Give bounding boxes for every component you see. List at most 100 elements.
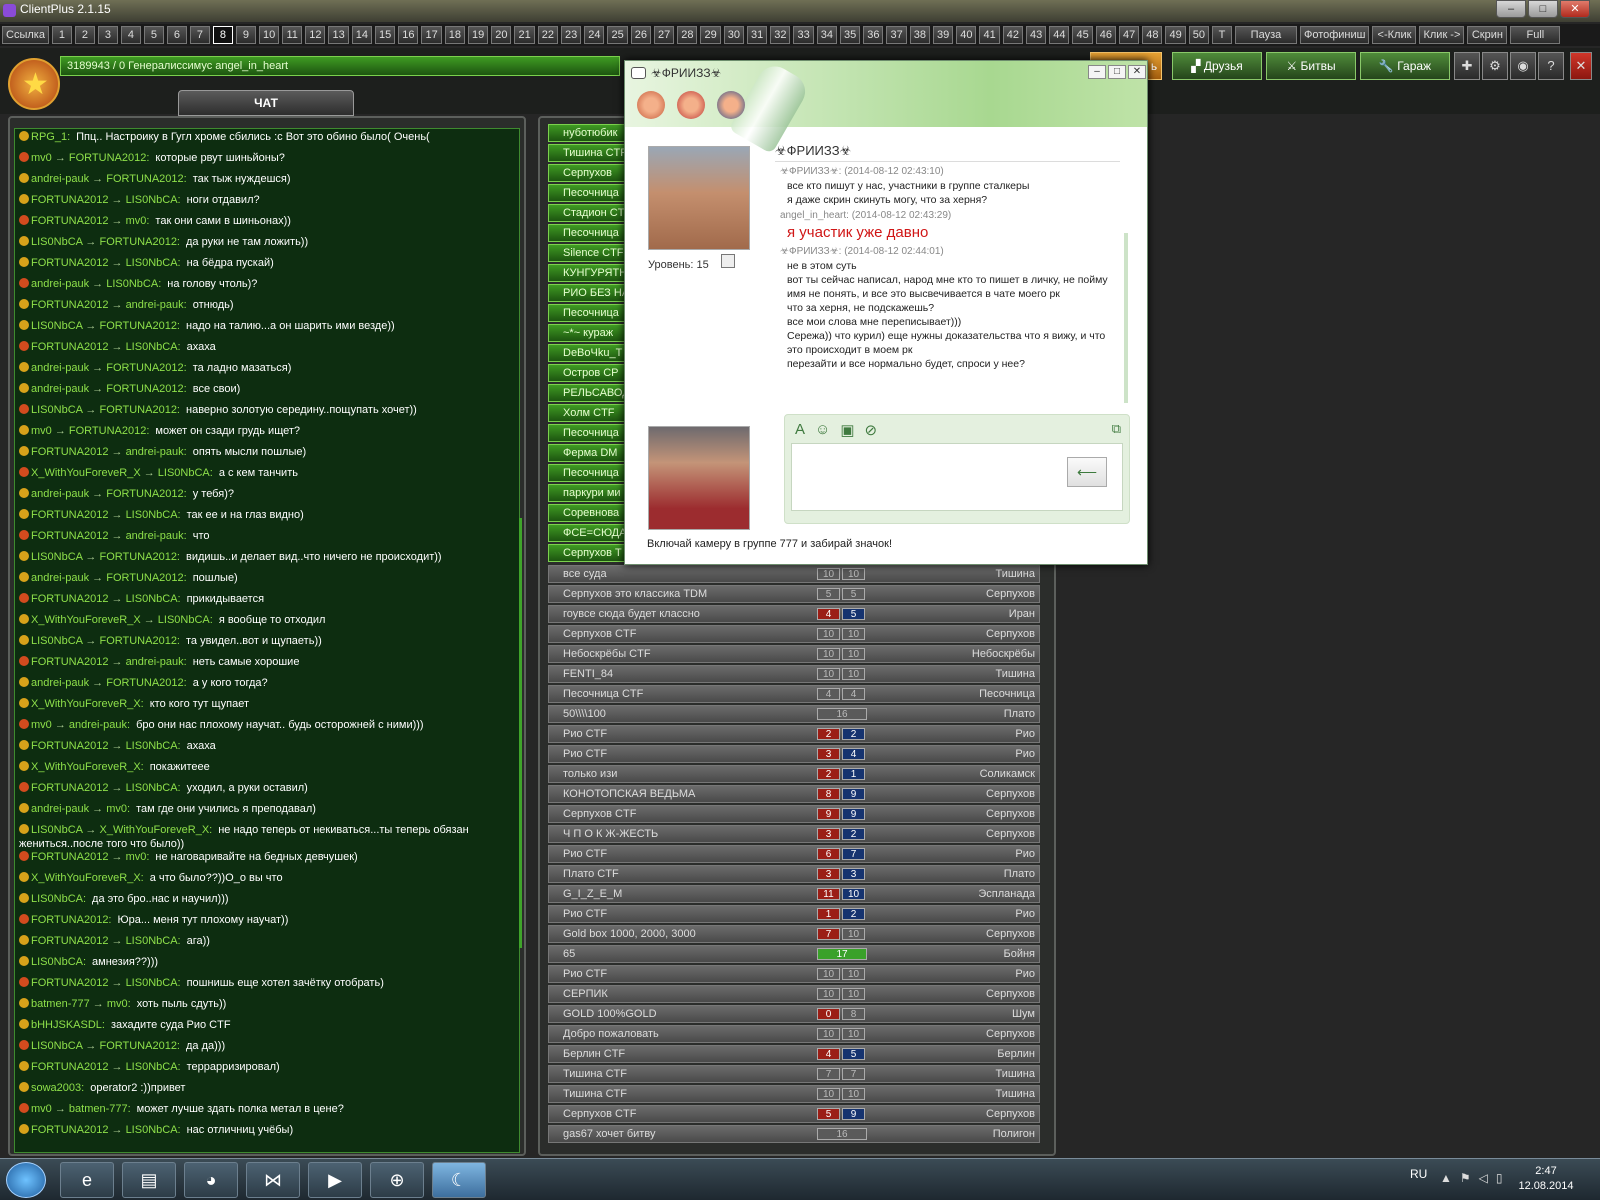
font-icon[interactable]: A [795,421,805,439]
recipient-name[interactable]: FORTUNA2012: [106,677,187,689]
battle-row[interactable]: Небоскрёбы CTF 10 10 Небоскрёбы [548,645,1040,663]
recipient-name[interactable]: FORTUNA2012: [106,362,187,374]
language-indicator[interactable]: RU [1410,1167,1427,1181]
number-button[interactable]: 31 [746,26,768,44]
number-button[interactable]: 24 [584,26,605,44]
battle-row[interactable]: Рио CTF 2 2 Рио [548,725,1040,743]
number-button[interactable]: 35 [839,26,861,44]
number-button[interactable]: 28 [677,26,698,44]
battle-row[interactable]: Добро пожаловать 10 10 Серпухов [548,1025,1040,1043]
battle-row[interactable]: Песочница [548,184,628,202]
number-button[interactable]: 30 [723,26,744,44]
battle-row[interactable]: 65 17 Бойня [548,945,1040,963]
battle-row[interactable]: РЕЛЬСАВОД [548,384,628,402]
sender-name[interactable]: FORTUNA2012 [31,530,108,542]
recipient-name[interactable]: batmen-777: [69,1103,131,1115]
number-button[interactable]: 41 [979,26,1000,44]
recipient-name[interactable]: andrei-pauk: [126,299,187,311]
number-button[interactable]: 23 [560,26,582,44]
number-button[interactable]: 12 [305,26,326,44]
number-button[interactable]: 13 [328,26,349,44]
recipient-name[interactable]: mv0: [106,803,130,815]
recipient-name[interactable]: FORTUNA2012: [106,488,187,500]
sender-name[interactable]: FORTUNA2012 [31,851,108,863]
number-button[interactable]: 21 [514,26,535,44]
recipient-name[interactable]: LIS0NbCA: [158,467,213,479]
battle-row[interactable]: Серпухов CTF 9 9 Серпухов [548,805,1040,823]
sender-name[interactable]: FORTUNA2012: [31,914,112,926]
number-button[interactable]: 17 [421,26,442,44]
battle-row[interactable]: ФСЕ=СЮДА [548,524,628,542]
sender-name[interactable]: RPG_1: [31,131,70,143]
start-button[interactable] [6,1162,46,1198]
clientplus-taskbar-icon[interactable]: ☾ [432,1162,486,1198]
sender-name[interactable]: X_WithYouForeveR_X: [31,698,144,710]
number-button[interactable]: 49 [1165,26,1186,44]
number-button[interactable]: 3 [97,26,118,44]
sender-name[interactable]: andrei-pauk [31,572,89,584]
recipient-name[interactable]: FORTUNA2012: [100,551,181,563]
recipient-name[interactable]: FORTUNA2012: [100,404,181,416]
sender-name[interactable]: FORTUNA2012 [31,215,108,227]
add-contact-icon[interactable] [637,91,665,119]
number-button[interactable]: 40 [956,26,977,44]
recipient-name[interactable]: LIS0NbCA: [126,782,181,794]
number-button[interactable]: 39 [932,26,954,44]
smiley-icon[interactable]: ☺ [815,421,830,439]
number-button[interactable]: 20 [491,26,512,44]
sender-name[interactable]: andrei-pauk [31,803,89,815]
dialog-maximize-button[interactable]: □ [1108,65,1126,79]
recipient-name[interactable]: FORTUNA2012: [100,320,181,332]
t-button[interactable]: T [1211,26,1232,44]
recipient-name[interactable]: LIS0NbCA: [126,257,181,269]
number-button[interactable]: 27 [653,26,675,44]
recipient-name[interactable]: FORTUNA2012: [69,425,150,437]
plus-icon[interactable]: ✚ [1454,52,1480,80]
recipient-name[interactable]: andrei-pauk: [126,656,187,668]
battle-row[interactable]: G_I_Z_E_M 11 10 Эспланада [548,885,1040,903]
number-button[interactable]: 1 [51,26,72,44]
recipient-name[interactable]: LIS0NbCA: [126,509,181,521]
sender-name[interactable]: FORTUNA2012 [31,257,108,269]
sender-name[interactable]: mv0 [31,152,52,164]
explorer-icon[interactable]: ▤ [122,1162,176,1198]
number-button[interactable]: 44 [1049,26,1070,44]
video-icon[interactable]: ▶ [308,1162,362,1198]
battle-row[interactable]: Песочница [548,304,628,322]
battle-row[interactable]: Рио CTF 6 7 Рио [548,845,1040,863]
sender-name[interactable]: FORTUNA2012 [31,782,108,794]
battle-row[interactable]: Песочница CTF 4 4 Песочница [548,685,1040,703]
officer-icon[interactable] [717,91,745,119]
battle-row[interactable]: Тишина CTF 10 10 Тишина [548,1085,1040,1103]
sender-name[interactable]: LIS0NbCA: [31,956,86,968]
sender-name[interactable]: LIS0NbCA [31,320,82,332]
sender-name[interactable]: FORTUNA2012 [31,977,108,989]
recipient-name[interactable]: mv0: [107,998,131,1010]
number-button[interactable]: 7 [189,26,210,44]
recipient-name[interactable]: LIS0NbCA: [126,1124,181,1136]
sender-name[interactable]: andrei-pauk [31,362,89,374]
number-button[interactable]: 37 [886,26,907,44]
sender-name[interactable]: mv0 [31,425,52,437]
battle-row[interactable]: Песочница [548,424,628,442]
number-button[interactable]: 6 [166,26,187,44]
sender-name[interactable]: FORTUNA2012 [31,1124,108,1136]
sender-name[interactable]: LIS0NbCA: [31,893,86,905]
recipient-name[interactable]: FORTUNA2012: [100,236,181,248]
battle-row[interactable]: Песочница [548,224,628,242]
sender-name[interactable]: LIS0NbCA [31,1040,82,1052]
chrome-icon[interactable]: ◕ [184,1162,238,1198]
dialog-minimize-button[interactable]: – [1088,65,1106,79]
battle-row[interactable]: 50\\\\100 16 Плато [548,705,1040,723]
number-button[interactable]: 50 [1188,26,1209,44]
sender-name[interactable]: LIS0NbCA [31,551,82,563]
click-back-button[interactable]: <-Клик [1372,26,1417,44]
app-plus-icon[interactable]: ⊕ [370,1162,424,1198]
number-button[interactable]: 8 [212,26,233,44]
sender-name[interactable]: FORTUNA2012 [31,509,108,521]
battle-row[interactable]: Серпухов [548,164,628,182]
sender-name[interactable]: X_WithYouForeveR_X: [31,872,144,884]
sender-name[interactable]: FORTUNA2012 [31,593,108,605]
sender-name[interactable]: LIS0NbCA [31,404,82,416]
number-button[interactable]: 15 [374,26,396,44]
